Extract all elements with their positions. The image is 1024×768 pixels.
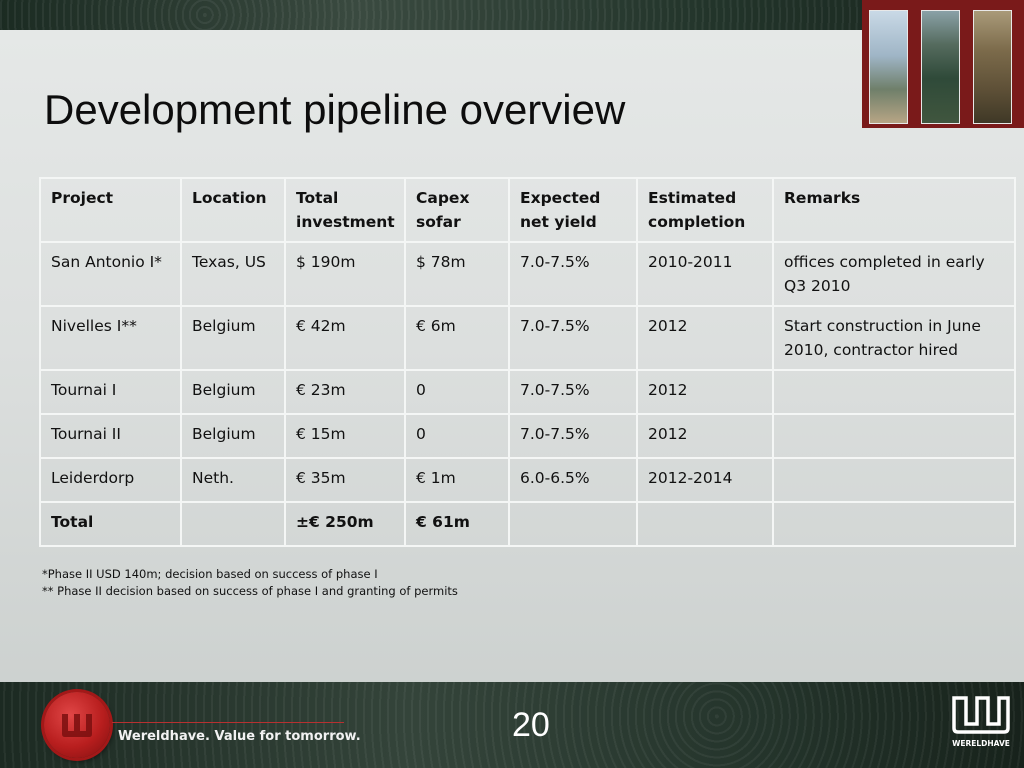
cell-remarks	[772, 457, 1016, 503]
cell-capex-sofar: € 6m	[404, 305, 510, 371]
cell-estimated-completion: 2012-2014	[636, 457, 774, 503]
slide: Development pipeline overview Project Lo…	[0, 0, 1024, 768]
table-row: Nivelles I** Belgium € 42m € 6m 7.0-7.5%…	[39, 305, 1016, 371]
wereldhave-logo-icon: WERELDHAVE	[952, 696, 1010, 748]
cell-expected-net-yield: 7.0-7.5%	[508, 305, 638, 371]
cell-project: Tournai I	[39, 369, 182, 415]
cell-estimated-completion	[636, 501, 774, 547]
table-row: Tournai II Belgium € 15m 0 7.0-7.5% 2012	[39, 413, 1016, 459]
column-header-total-investment: Total investment	[284, 177, 406, 243]
brand-logo-wordmark: WERELDHAVE	[952, 739, 1010, 748]
cell-estimated-completion: 2012	[636, 305, 774, 371]
cell-remarks: Start construction in June 2010, contrac…	[772, 305, 1016, 371]
table-total-row: Total ±€ 250m € 61m	[39, 501, 1016, 547]
cell-project: Total	[39, 501, 182, 547]
cell-expected-net-yield: 6.0-6.5%	[508, 457, 638, 503]
wereldhave-wax-seal-icon	[44, 692, 110, 758]
cell-location: Belgium	[180, 305, 286, 371]
cell-project: Tournai II	[39, 413, 182, 459]
seal-w-mark-icon	[62, 714, 92, 737]
cell-project: Leiderdorp	[39, 457, 182, 503]
cell-capex-sofar: € 61m	[404, 501, 510, 547]
cell-location	[180, 501, 286, 547]
cell-total-investment: € 15m	[284, 413, 406, 459]
cell-estimated-completion: 2012	[636, 369, 774, 415]
cell-remarks	[772, 501, 1016, 547]
cell-total-investment: ±€ 250m	[284, 501, 406, 547]
cell-capex-sofar: € 1m	[404, 457, 510, 503]
column-header-estimated-completion: Estimated completion	[636, 177, 774, 243]
column-header-location: Location	[180, 177, 286, 243]
cell-location: Neth.	[180, 457, 286, 503]
cell-project: San Antonio I*	[39, 241, 182, 307]
table-row: Leiderdorp Neth. € 35m € 1m 6.0-6.5% 201…	[39, 457, 1016, 503]
cell-expected-net-yield: 7.0-7.5%	[508, 413, 638, 459]
cell-total-investment: $ 190m	[284, 241, 406, 307]
cell-capex-sofar: 0	[404, 413, 510, 459]
cell-expected-net-yield: 7.0-7.5%	[508, 369, 638, 415]
cell-estimated-completion: 2010-2011	[636, 241, 774, 307]
cell-project: Nivelles I**	[39, 305, 182, 371]
page-title: Development pipeline overview	[44, 86, 626, 133]
page-number: 20	[512, 706, 550, 744]
cell-capex-sofar: $ 78m	[404, 241, 510, 307]
cell-remarks: offices completed in early Q3 2010	[772, 241, 1016, 307]
table-row: San Antonio I* Texas, US $ 190m $ 78m 7.…	[39, 241, 1016, 307]
table-header-row: Project Location Total investment Capex …	[39, 177, 1016, 243]
cell-location: Belgium	[180, 413, 286, 459]
brick-facade-photo	[973, 10, 1012, 124]
cell-expected-net-yield	[508, 501, 638, 547]
cell-capex-sofar: 0	[404, 369, 510, 415]
column-header-remarks: Remarks	[772, 177, 1016, 243]
pipeline-table: Project Location Total investment Capex …	[39, 177, 1016, 547]
cell-estimated-completion: 2012	[636, 413, 774, 459]
cell-total-investment: € 35m	[284, 457, 406, 503]
footnote: *Phase II USD 140m; decision based on su…	[42, 567, 378, 581]
cell-remarks	[772, 413, 1016, 459]
footnote: ** Phase II decision based on success of…	[42, 584, 458, 598]
cell-total-investment: € 42m	[284, 305, 406, 371]
column-header-capex-sofar: Capex sofar	[404, 177, 510, 243]
cell-total-investment: € 23m	[284, 369, 406, 415]
footer-tagline: Wereldhave. Value for tomorrow.	[118, 729, 361, 744]
table-row: Tournai I Belgium € 23m 0 7.0-7.5% 2012	[39, 369, 1016, 415]
cell-location: Texas, US	[180, 241, 286, 307]
cell-expected-net-yield: 7.0-7.5%	[508, 241, 638, 307]
office-building-photo	[921, 10, 960, 124]
shopping-mall-photo	[869, 10, 908, 124]
column-header-project: Project	[39, 177, 182, 243]
tagline-rule	[112, 722, 344, 723]
footnotes: *Phase II USD 140m; decision based on su…	[42, 566, 458, 600]
column-header-expected-net-yield: Expected net yield	[508, 177, 638, 243]
cell-remarks	[772, 369, 1016, 415]
cell-location: Belgium	[180, 369, 286, 415]
